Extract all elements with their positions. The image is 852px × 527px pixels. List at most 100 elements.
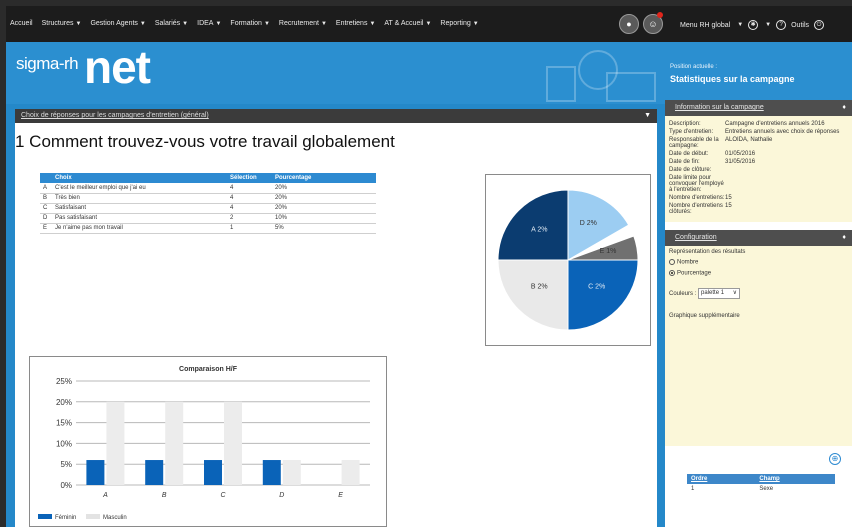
row-percent: 5%: [272, 223, 376, 234]
config-panel-body: Représentation des résultats Nombre Pour…: [665, 246, 852, 446]
legend-label: Masculin: [103, 515, 127, 521]
radio-icon[interactable]: [669, 259, 675, 265]
table-row: C Satisfaisant 4 20%: [40, 203, 376, 214]
x-tick-label: C: [220, 492, 226, 499]
menu-item-reporting[interactable]: Reporting ▼: [440, 20, 478, 27]
row-percent: 20%: [272, 193, 376, 204]
bar-masculin-a: [106, 401, 125, 485]
legend-swatch-feminin: [38, 514, 52, 519]
collapse-icon[interactable]: ♦: [842, 230, 846, 246]
bar-masculin-e: [341, 460, 360, 485]
info-row: Date limite pour convoquer l'employé à l…: [669, 175, 724, 193]
menu-item-entretiens[interactable]: Entretiens ▼: [336, 20, 375, 27]
palette-select[interactable]: palette 1 ∨: [698, 288, 741, 300]
header-band: sigma-rh net Position actuelle : Statist…: [6, 41, 852, 104]
main-menu: Accueil Structures ▼ Gestion Agents ▼ Sala…: [10, 20, 479, 27]
row-choice: Satisfaisant: [52, 203, 227, 214]
config-panel-title[interactable]: Configuration: [675, 234, 717, 241]
info-row: Date de clôture:: [669, 167, 712, 173]
row-letter: A: [40, 183, 52, 194]
extra-chart-label: Graphique supplémentaire: [669, 313, 740, 320]
row-choice: C'est le meilleur emploi que j'ai eu: [52, 183, 227, 194]
row-letter: E: [40, 223, 52, 234]
menu-item-recrutement[interactable]: Recrutement ▼: [279, 20, 327, 27]
logo-text: sigma-rh: [16, 54, 79, 73]
caret-down-icon: ▼: [139, 21, 146, 27]
row-count: 2: [227, 213, 272, 224]
question-title: 1 Comment trouvez-vous votre travail glo…: [15, 132, 395, 151]
row-letter: B: [40, 193, 52, 204]
collapse-icon[interactable]: ▼: [644, 109, 651, 123]
settings-icon[interactable]: ✱: [748, 20, 759, 30]
info-row: Description: Campagne d'entretiens annuel…: [669, 121, 825, 127]
radio-selected-icon[interactable]: [669, 269, 675, 276]
info-row: Responsable de la campagne: ALOIDA, Natha…: [669, 137, 773, 149]
radio-nombre[interactable]: Nombre: [669, 259, 848, 266]
y-tick-label: 20%: [56, 398, 72, 407]
info-panel-title[interactable]: Information sur la campagne: [675, 104, 764, 111]
caret-down-icon: ▼: [320, 21, 327, 27]
radio-pourcentage[interactable]: Pourcentage: [669, 269, 848, 276]
power-icon[interactable]: ⏻: [814, 20, 825, 30]
y-tick-label: 10%: [56, 439, 72, 448]
menu-item-gestion-agents[interactable]: Gestion Agents ▼: [90, 20, 145, 27]
bar-chart-panel: Comparaison H/F 0% 5% 10% 15% 20% 25% A B C D E Fémi…: [29, 356, 387, 527]
chart-title: Comparaison H/F: [179, 366, 238, 373]
row-choice: Très bien: [52, 193, 227, 204]
pie-chart-panel: A 2% D 2% E 1% C 2% B 2%: [485, 174, 651, 346]
app-window: Accueil Structures ▼ Gestion Agents ▼ Sala…: [6, 6, 852, 527]
x-tick-label: D: [279, 492, 284, 499]
row-letter: C: [40, 203, 52, 214]
menu-item-accueil[interactable]: Accueil: [10, 20, 33, 27]
chevron-down-icon: ∨: [732, 290, 738, 297]
menu-item-salaries[interactable]: Salariés ▼: [155, 20, 188, 27]
pie-label: C 2%: [588, 284, 605, 291]
caret-down-icon: ▼: [263, 21, 270, 27]
caret-down-icon: ▼: [182, 21, 189, 27]
colors-row: Couleurs : palette 1 ∨: [669, 288, 848, 300]
colors-label: Couleurs :: [669, 291, 697, 298]
pie-chart: A 2% D 2% E 1% C 2% B 2%: [497, 189, 639, 331]
row-count: 4: [227, 183, 272, 194]
answers-table: Choix Sélection Pourcentage A C'est le m…: [40, 173, 376, 234]
column-header: Choix: [52, 173, 227, 183]
pie-label: B 2%: [531, 284, 548, 291]
help-icon[interactable]: ?: [776, 20, 787, 30]
pie-slice-d: [567, 259, 639, 331]
collapse-icon[interactable]: ♦: [842, 100, 846, 116]
menu-item-at-accueil[interactable]: AT & Accueil ▼: [384, 20, 431, 27]
legend-swatch-masculin: [86, 514, 100, 519]
position-caption: Position actuelle :: [670, 64, 718, 70]
caret-down-icon: ▼: [472, 21, 479, 27]
column-header: Sélection: [227, 173, 272, 183]
bar-chart: Comparaison H/F 0% 5% 10% 15% 20% 25% A B C D E Fémi…: [38, 366, 370, 521]
table-row: A C'est le meilleur emploi que j'ai eu 4…: [40, 183, 376, 194]
decorative-frame: [546, 66, 576, 102]
menu-item-idea[interactable]: IDEA ▼: [197, 20, 221, 27]
table-row: D Pas satisfaisant 2 10%: [40, 213, 376, 224]
section-title-link[interactable]: Choix de réponses pour les campagnes d'e…: [21, 112, 209, 119]
bar-feminin-a: [86, 460, 105, 485]
order-table: Ordre Champ 1 Sexe: [687, 474, 835, 494]
caret-down-icon: ▼: [215, 21, 222, 27]
chat-icon[interactable]: ●: [619, 14, 639, 34]
row-choice: Pas satisfaisant: [52, 213, 227, 224]
menu-item-structures[interactable]: Structures ▼: [42, 20, 82, 27]
add-button[interactable]: ⊕: [829, 453, 841, 465]
bar-masculin-b: [165, 401, 184, 485]
table-header-row: Ordre Champ: [687, 474, 835, 484]
menu-rh-global[interactable]: Menu RH global: [680, 22, 730, 29]
column-header-ordre[interactable]: Ordre: [687, 474, 756, 484]
decorative-frame: [606, 72, 656, 102]
bar-masculin-c: [224, 401, 242, 485]
column-header-champ[interactable]: Champ: [755, 474, 835, 484]
row-count: 4: [227, 203, 272, 214]
menu-item-formation[interactable]: Formation ▼: [230, 20, 269, 27]
row-count: 1: [227, 223, 272, 234]
table-header-row: Choix Sélection Pourcentage: [40, 173, 376, 183]
row-choice: Je n'aime pas mon travail: [52, 223, 227, 234]
pie-label: D 2%: [580, 220, 597, 227]
caret-down-icon: ▼: [765, 22, 772, 28]
outils-link[interactable]: Outils: [791, 22, 809, 29]
bar-masculin-d: [282, 460, 301, 485]
